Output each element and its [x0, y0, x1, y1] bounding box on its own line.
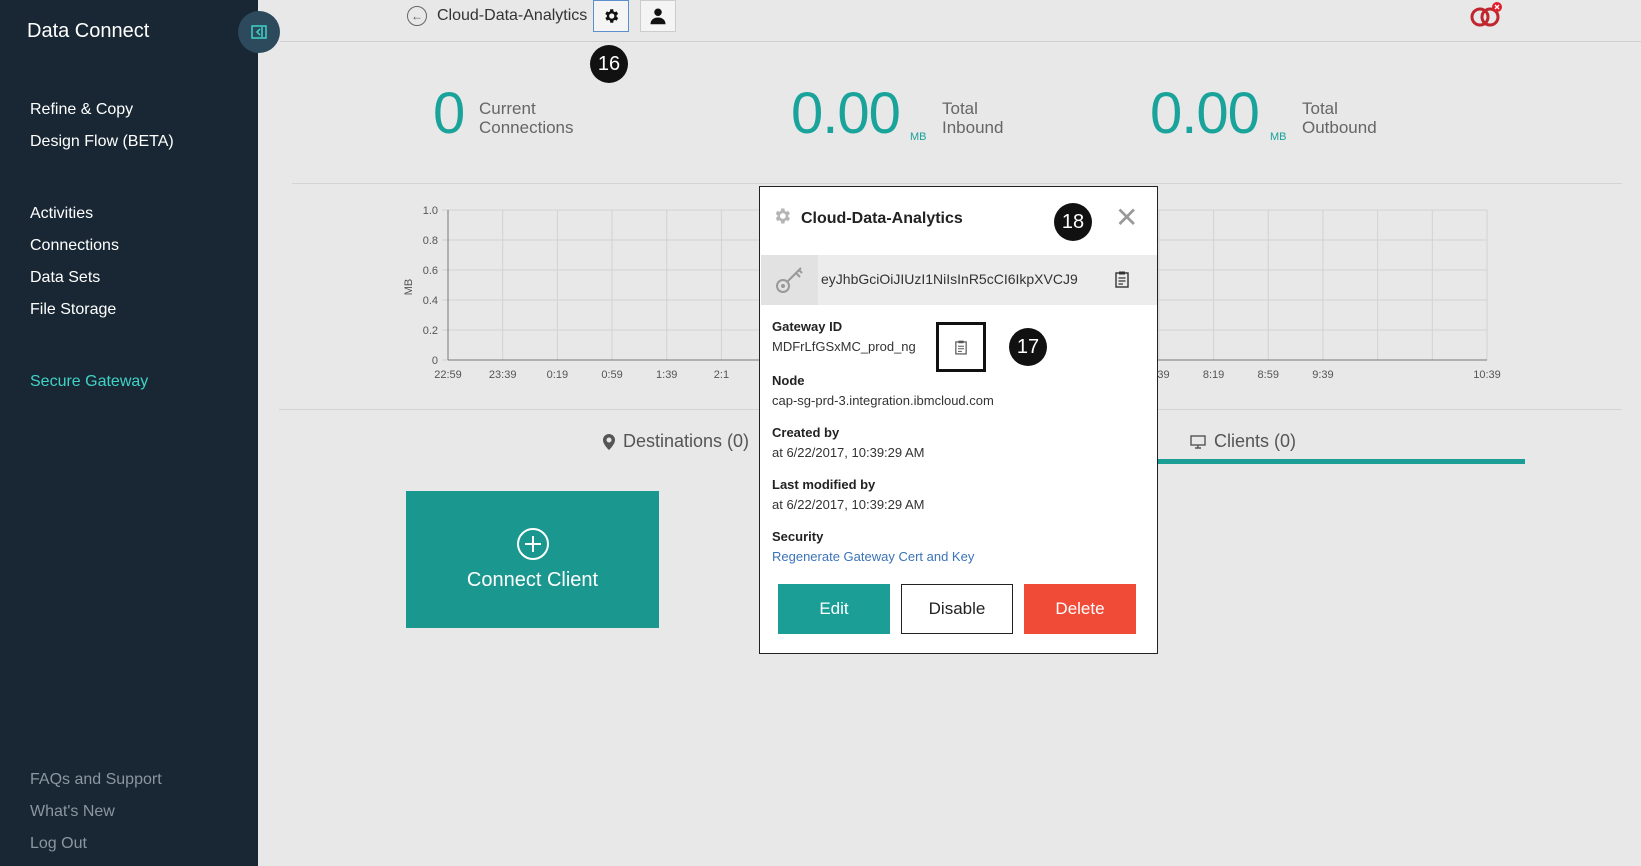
total-outbound-value: 0.00	[1150, 81, 1260, 146]
created-by-value: at 6/22/2017, 10:39:29 AM	[772, 445, 925, 460]
callout-18: 18	[1054, 203, 1092, 241]
gateway-title: Cloud-Data-Analytics	[437, 7, 588, 24]
y-tick-label: 1.0	[423, 205, 438, 217]
total-inbound-label: Total Inbound	[942, 99, 1003, 137]
user-button[interactable]	[640, 0, 676, 32]
user-icon	[650, 8, 666, 25]
label-line1: Current	[479, 99, 536, 118]
total-inbound-value: 0.00	[791, 81, 901, 146]
gateway-id-label: Gateway ID	[772, 319, 843, 334]
y-tick-label: 0	[432, 355, 438, 367]
x-tick-label: 9:39	[1312, 369, 1333, 381]
collapse-icon	[251, 25, 267, 39]
security-label: Security	[772, 529, 824, 544]
copy-token-button[interactable]	[1115, 271, 1129, 293]
close-icon[interactable]: ✕	[1115, 204, 1138, 232]
nav-refine-copy[interactable]: Refine & Copy	[30, 101, 133, 119]
current-connections-label: Current Connections	[479, 99, 574, 137]
monitor-icon	[1190, 434, 1206, 449]
x-tick-label: 23:39	[489, 369, 517, 381]
tab-destinations-label: Destinations (0)	[623, 431, 750, 451]
total-outbound-label: Total Outbound	[1302, 99, 1377, 137]
node-value: cap-sg-prd-3.integration.ibmcloud.com	[772, 393, 994, 408]
y-axis-label: MB	[403, 279, 415, 296]
sidebar: Data Connect Refine & Copy Design Flow (…	[0, 0, 280, 866]
label-line2: Connections	[479, 118, 574, 137]
disable-button[interactable]: Disable	[901, 584, 1013, 634]
security-token-row: eyJhbGciOiJIUzI1NiIsInR5cCI6IkpXVCJ9	[761, 255, 1157, 305]
y-tick-label: 0.2	[423, 325, 438, 337]
tab-clients-label: Clients (0)	[1214, 431, 1297, 451]
nav-data-sets[interactable]: Data Sets	[30, 269, 100, 287]
clipboard-icon	[955, 340, 967, 355]
key-icon	[775, 267, 803, 293]
gear-icon	[775, 208, 790, 224]
callout-16: 16	[590, 45, 628, 83]
x-tick-label: 0:59	[601, 369, 622, 381]
copy-gateway-id-button[interactable]	[936, 322, 986, 372]
connect-client-label: Connect Client	[466, 569, 599, 591]
y-tick-label: 0.8	[423, 235, 438, 247]
label-line1: Total	[942, 99, 978, 118]
last-modified-value: at 6/22/2017, 10:39:29 AM	[772, 497, 925, 512]
last-modified-label: Last modified by	[772, 477, 876, 492]
clipboard-icon	[1115, 271, 1129, 288]
gateway-settings-button[interactable]	[593, 0, 629, 32]
top-bar: ← Cloud-Data-Analytics	[280, 0, 1641, 42]
nav-faqs-support[interactable]: FAQs and Support	[30, 771, 162, 789]
nav-design-flow[interactable]: Design Flow (BETA)	[30, 133, 174, 151]
tab-destinations[interactable]: Destinations (0)	[603, 431, 749, 452]
back-arrow-icon[interactable]: ←	[407, 6, 427, 26]
x-tick-label: 10:39	[1473, 369, 1501, 381]
x-tick-label: 8:19	[1203, 369, 1224, 381]
y-ticks: 0 0.2 0.4 0.6 0.8 1.0	[423, 205, 438, 367]
outbound-unit: MB	[1270, 131, 1287, 143]
map-pin-icon	[603, 433, 615, 450]
inbound-unit: MB	[910, 131, 927, 143]
brand-logo[interactable]	[1468, 2, 1506, 28]
active-tab-indicator	[1157, 459, 1525, 464]
nav-file-storage[interactable]: File Storage	[30, 301, 116, 319]
nav-log-out[interactable]: Log Out	[30, 835, 87, 853]
tab-clients[interactable]: Clients (0)	[1190, 431, 1296, 452]
node-label: Node	[772, 373, 805, 388]
label-line2: Inbound	[942, 118, 1004, 137]
gateway-id-value: MDFrLfGSxMC_prod_ng	[772, 339, 916, 354]
edit-button[interactable]: Edit	[778, 584, 890, 634]
created-by-label: Created by	[772, 425, 840, 440]
callout-17: 17	[1009, 328, 1047, 366]
current-connections-value: 0	[433, 81, 465, 146]
y-tick-label: 0.4	[423, 295, 438, 307]
nav-secure-gateway[interactable]: Secure Gateway	[30, 373, 148, 391]
divider	[292, 183, 1622, 184]
regenerate-cert-link[interactable]: Regenerate Gateway Cert and Key	[772, 549, 974, 564]
label-line1: Total	[1302, 99, 1338, 118]
connect-client-button[interactable]: Connect Client	[406, 491, 659, 628]
x-tick-label: 22:59	[434, 369, 462, 381]
app-title: Data Connect	[27, 20, 150, 42]
x-tick-label: 1:39	[656, 369, 677, 381]
key-icon-box	[761, 255, 818, 305]
gateway-details-popover: Cloud-Data-Analytics 18 ✕ eyJhbGciOiJIUz…	[759, 186, 1158, 654]
x-tick-label: 0:19	[547, 369, 568, 381]
y-tick-label: 0.6	[423, 265, 438, 277]
security-token: eyJhbGciOiJIUzI1NiIsInR5cCI6IkpXVCJ9	[821, 271, 1078, 287]
x-tick-label: 2:1	[714, 369, 729, 381]
nav-activities[interactable]: Activities	[30, 205, 93, 223]
plus-circle-icon	[516, 528, 549, 560]
nav-whats-new[interactable]: What's New	[30, 803, 115, 821]
delete-button[interactable]: Delete	[1024, 584, 1136, 634]
x-tick-label: 8:59	[1258, 369, 1279, 381]
nav-connections[interactable]: Connections	[30, 237, 119, 255]
popover-title: Cloud-Data-Analytics	[801, 210, 963, 227]
interlocked-rings-icon	[1470, 2, 1502, 27]
collapse-sidebar-button[interactable]	[238, 11, 280, 53]
label-line2: Outbound	[1302, 118, 1377, 137]
gear-icon	[605, 9, 619, 23]
